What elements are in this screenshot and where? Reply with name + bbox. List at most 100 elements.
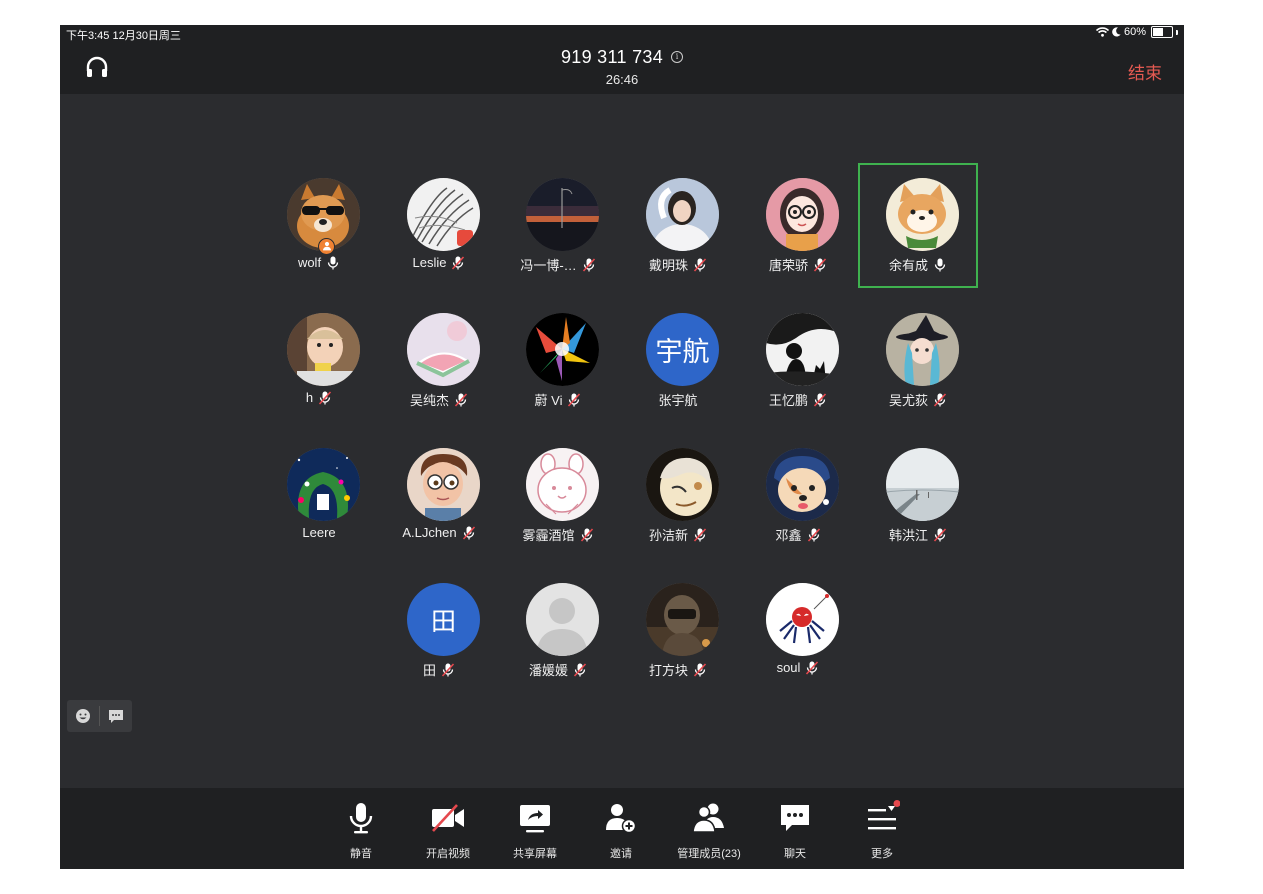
reaction-chat-tools: [67, 700, 132, 732]
emoji-button[interactable]: [67, 700, 99, 732]
info-icon[interactable]: i: [671, 51, 684, 63]
participant-name-row: 戴明珠: [618, 255, 738, 274]
participant-name: 王忆鹏: [768, 393, 808, 408]
participant-tile[interactable]: 冯一博-…: [498, 163, 618, 288]
participant-name-row: wolf: [259, 255, 379, 270]
participant-tile[interactable]: h: [259, 298, 379, 423]
participant-avatar: [886, 313, 959, 386]
participant-tile[interactable]: 孙洁新: [618, 433, 738, 558]
avatar-initials: 宇航: [655, 337, 710, 368]
participant-avatar: [526, 583, 599, 656]
meeting-id-row: 919 311 734 i: [60, 47, 1184, 68]
participant-avatar: [646, 448, 719, 521]
participant-name-row: 吴尤荻: [858, 390, 978, 409]
mic-muted-icon: [573, 662, 587, 677]
participant-tile[interactable]: 王忆鹏: [738, 298, 858, 423]
participant-tile[interactable]: 吴尤荻: [858, 298, 978, 423]
participant-name-row: 打方块: [618, 660, 738, 679]
participant-tile[interactable]: 邓鑫: [738, 433, 858, 558]
battery-percent: 60%: [1123, 26, 1146, 38]
mic-muted-icon: [452, 255, 465, 270]
share-screen-icon: [520, 805, 550, 833]
participant-tile[interactable]: soul: [738, 568, 858, 693]
participant-tile[interactable]: 宇航 张宇航: [618, 298, 738, 423]
meeting-duration: 26:46: [605, 72, 639, 87]
participant-avatar: [407, 178, 480, 251]
meeting-id: 919 311 734: [560, 47, 664, 67]
participant-name: wolf: [297, 255, 322, 270]
battery-fill: [1153, 28, 1163, 36]
participant-tile[interactable]: 吴纯杰: [379, 298, 499, 423]
mic-muted-icon: [462, 525, 475, 540]
participant-tile[interactable]: 潘媛媛: [498, 568, 618, 693]
participant-avatar: [766, 583, 839, 656]
share-screen-button[interactable]: 共享屏幕: [492, 800, 578, 861]
emoji-icon: [76, 709, 90, 723]
participant-name-row: Leere: [259, 525, 379, 540]
participant-avatar: [646, 178, 719, 251]
participant-name: 打方块: [648, 663, 688, 678]
participant-name: h: [305, 390, 314, 405]
mic-muted-icon: [693, 257, 707, 272]
participant-tile[interactable]: A.LJchen: [379, 433, 499, 558]
avatar-image: [646, 178, 719, 251]
avatar-image: [886, 178, 959, 251]
participant-name-row: 孙洁新: [618, 525, 738, 544]
mic-muted-icon: [693, 527, 707, 542]
mic-muted-icon: [806, 660, 819, 675]
manage-members-button[interactable]: 管理成员(23): [666, 800, 752, 861]
participant-name-row: 王忆鹏: [738, 390, 858, 409]
moon-icon: [1112, 27, 1121, 37]
participant-name-row: 唐荣骄: [738, 255, 858, 274]
participant-avatar: [526, 178, 599, 251]
avatar-image: [526, 313, 599, 386]
invite-button[interactable]: 邀请: [578, 800, 664, 861]
participant-tile[interactable]: 田田: [379, 568, 499, 693]
participant-tile[interactable]: 戴明珠: [618, 163, 738, 288]
avatar-image: [526, 448, 599, 521]
more-label: 更多: [871, 848, 893, 860]
participant-name: 潘媛媛: [528, 663, 568, 678]
participant-name: 吴尤荻: [888, 393, 928, 408]
end-meeting-button[interactable]: 结束: [1128, 59, 1162, 84]
participant-name: A.LJchen: [402, 525, 457, 540]
more-button[interactable]: 更多: [839, 800, 925, 861]
mic-muted-icon: [441, 662, 455, 677]
participant-tile[interactable]: Leslie: [379, 163, 499, 288]
chat-button[interactable]: 聊天: [752, 800, 838, 861]
participant-avatar: [886, 448, 959, 521]
participant-tile[interactable]: 余有成: [858, 163, 978, 288]
invite-user-icon: [606, 804, 637, 834]
mic-muted-icon: [454, 392, 468, 407]
manage-members-label: 管理成员(23): [677, 848, 741, 860]
participant-name: 张宇航: [658, 393, 698, 408]
avatar-image: [766, 448, 839, 521]
participant-tile[interactable]: 蔚 Vi: [498, 298, 618, 423]
participant-tile[interactable]: 打方块: [618, 568, 738, 693]
start-video-button[interactable]: 开启视频: [405, 800, 491, 861]
video-off-icon: [432, 804, 464, 832]
participant-name: 孙洁新: [648, 528, 688, 543]
participant-name-row: A.LJchen: [379, 525, 499, 540]
participant-name-row: 雾霾酒馆: [498, 525, 618, 544]
participant-name-row: 冯一博-…: [498, 255, 618, 274]
participant-name-row: 韩洪江: [858, 525, 978, 544]
participant-tile[interactable]: 唐荣骄: [738, 163, 858, 288]
meeting-toolbar: 静音 开启视频 共享屏幕 邀请 管理成员(23) 聊天 更多: [60, 788, 1184, 869]
participant-tile[interactable]: wolf: [259, 163, 379, 288]
avatar-image: [407, 448, 480, 521]
chat-label: 聊天: [784, 848, 806, 860]
participant-tile[interactable]: Leere: [259, 433, 379, 558]
participant-avatar: [526, 448, 599, 521]
status-bar: 下午3:45 12月30日周三 60%: [60, 25, 1184, 43]
chat-bubble-icon: [109, 710, 123, 723]
avatar-image: [407, 178, 480, 251]
participant-tile[interactable]: 韩洪江: [858, 433, 978, 558]
participant-name-row: soul: [738, 660, 858, 675]
mute-button[interactable]: 静音: [318, 800, 404, 861]
participant-avatar: [407, 313, 480, 386]
participant-tile[interactable]: 雾霾酒馆: [498, 433, 618, 558]
chat-bubble-button[interactable]: [100, 700, 132, 732]
avatar-image: [766, 178, 839, 251]
chat-icon: [781, 805, 809, 831]
